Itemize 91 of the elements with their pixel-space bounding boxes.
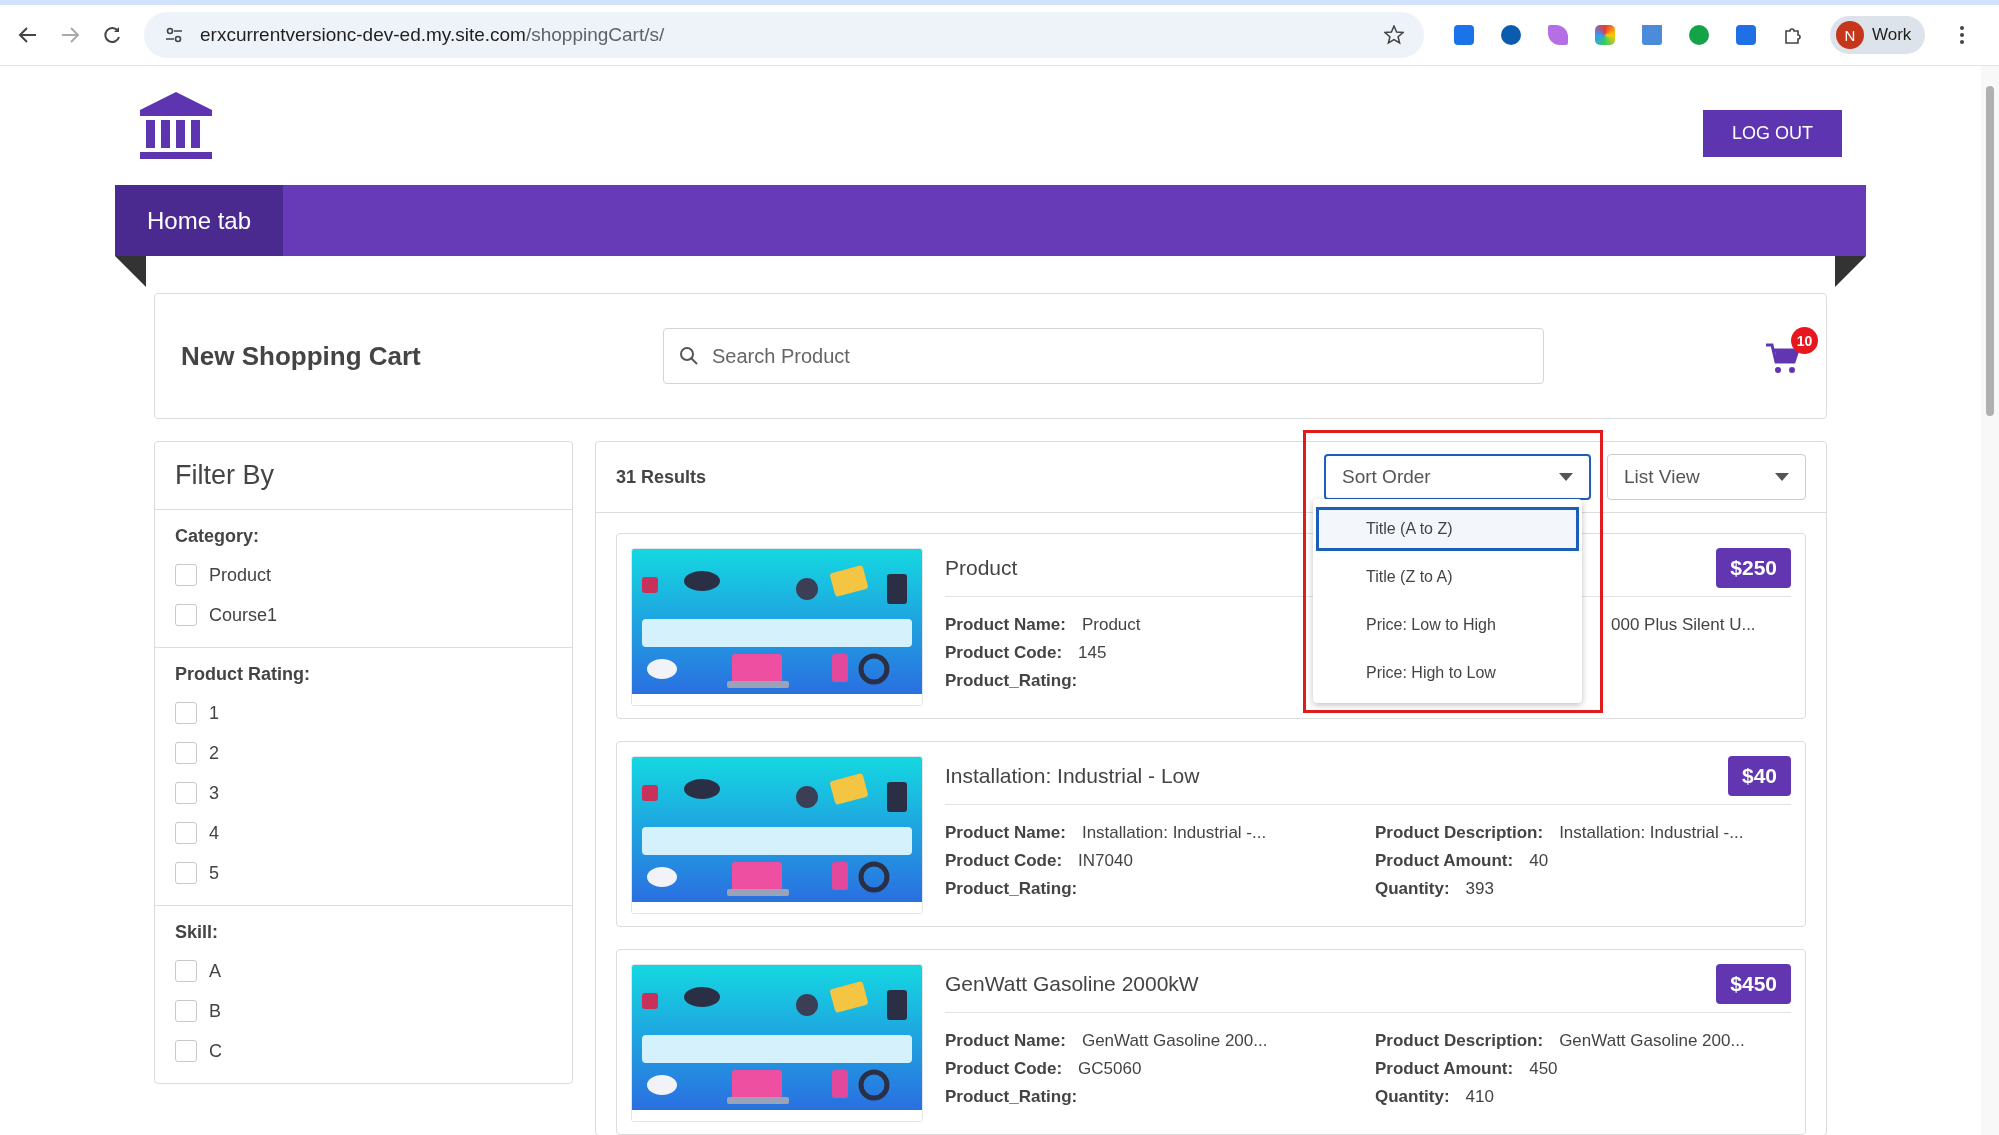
product-title: Installation: Industrial - Low: [945, 764, 1200, 788]
field-label: Quantity:: [1375, 1087, 1450, 1108]
star-icon[interactable]: [1384, 25, 1404, 45]
filter-option-label: Product: [209, 564, 272, 586]
field-value: 000 Plus Silent U...: [1611, 615, 1756, 636]
extension-icon[interactable]: [1548, 25, 1568, 45]
filter-option-label: C: [209, 1040, 222, 1062]
field-value: GC5060: [1078, 1059, 1142, 1080]
view-select[interactable]: List View: [1607, 454, 1806, 500]
field-value: IN7040: [1078, 851, 1133, 872]
product-title: GenWatt Gasoline 2000kW: [945, 972, 1199, 996]
checkbox[interactable]: [175, 742, 197, 764]
field-label: Product Code:: [945, 851, 1063, 872]
sort-option[interactable]: Title (A to Z): [1316, 507, 1579, 551]
field-label: Product Description:: [1375, 823, 1544, 844]
filter-title: Filter By: [155, 442, 572, 510]
field-label: Product Description:: [1375, 1031, 1544, 1052]
field-value: Installation: Industrial -...: [1559, 823, 1744, 844]
checkbox[interactable]: [175, 782, 197, 804]
url-path: /shoppingCart/s/: [525, 24, 665, 46]
puzzle-icon[interactable]: [1783, 25, 1803, 45]
field-value: 393: [1465, 879, 1494, 900]
cart-count-badge: 10: [1791, 327, 1818, 354]
field-label: Product_Rating:: [945, 879, 1078, 900]
field-value: 410: [1465, 1087, 1494, 1108]
price-badge: $450: [1716, 964, 1791, 1004]
product-title: Product: [945, 556, 1018, 580]
nav-tab[interactable]: Home tab: [115, 185, 284, 256]
checkbox[interactable]: [175, 1040, 197, 1062]
checkbox[interactable]: [175, 822, 197, 844]
search-field[interactable]: Search Product: [663, 328, 1544, 384]
caret-icon: [1559, 473, 1573, 481]
profile-button[interactable]: N Work: [1830, 16, 1926, 54]
price-badge: $250: [1716, 548, 1791, 588]
extension-icon[interactable]: [1689, 25, 1709, 45]
field-label: Product Amount:: [1375, 851, 1514, 872]
field-value: 145: [1078, 643, 1107, 664]
logout-button[interactable]: LOG OUT: [1703, 110, 1842, 157]
filter-option-label: 1: [209, 702, 219, 724]
field-label: Quantity:: [1375, 879, 1450, 900]
url-host: erxcurrentversionc-dev-ed.my.site.com: [200, 24, 526, 46]
extension-icon[interactable]: [1454, 25, 1474, 45]
filter-option-label: 2: [209, 742, 219, 764]
filter-option-label: 3: [209, 782, 219, 804]
search-icon: [679, 346, 699, 366]
filter-option-label: 5: [209, 862, 219, 884]
forward-icon[interactable]: [60, 25, 80, 45]
field-label: Product Code:: [945, 643, 1063, 664]
field-label: Product Name:: [945, 823, 1066, 844]
ribbon-corner: [1835, 256, 1866, 287]
field-value: GenWatt Gasoline 200...: [1081, 1031, 1268, 1052]
filter-option-label: B: [209, 1000, 221, 1022]
field-value: 450: [1529, 1059, 1558, 1080]
checkbox[interactable]: [175, 960, 197, 982]
field-label: Product Name:: [945, 1031, 1066, 1052]
field-value: Installation: Industrial -...: [1081, 823, 1267, 844]
filter-group-title: Skill:: [175, 922, 219, 943]
field-label: Product Name:: [945, 615, 1066, 636]
reload-icon[interactable]: [102, 25, 122, 45]
checkbox[interactable]: [175, 564, 197, 586]
checkbox[interactable]: [175, 862, 197, 884]
price-badge: $40: [1727, 756, 1791, 796]
checkbox[interactable]: [175, 1000, 197, 1022]
field-label: Product Amount:: [1375, 1059, 1514, 1080]
page-title: New Shopping Cart: [181, 340, 422, 372]
extension-icon[interactable]: [1736, 25, 1756, 45]
back-icon[interactable]: [18, 25, 38, 45]
filter-option-label: A: [209, 960, 221, 982]
field-value: Product: [1081, 615, 1141, 636]
extension-icon[interactable]: [1501, 25, 1521, 45]
checkbox[interactable]: [175, 702, 197, 724]
field-value: GenWatt Gasoline 200...: [1559, 1031, 1745, 1052]
results-count: 31 Results: [616, 466, 707, 488]
field-label: Product_Rating:: [945, 1087, 1078, 1108]
profile-avatar: N: [1836, 21, 1864, 49]
profile-label: Work: [1872, 25, 1912, 45]
site-settings-icon[interactable]: [164, 25, 184, 45]
field-label: Product_Rating:: [945, 671, 1078, 692]
filter-option-label: 4: [209, 822, 219, 844]
checkbox[interactable]: [175, 604, 197, 626]
address-bar[interactable]: erxcurrentversionc-dev-ed.my.site.com/shoppingCart/s/: [144, 12, 1424, 58]
extension-icon[interactable]: [1595, 25, 1615, 45]
filter-group-title: Product Rating:: [175, 664, 311, 685]
field-label: Product Code:: [945, 1059, 1063, 1080]
field-value: 40: [1529, 851, 1549, 872]
filter-group-title: Category:: [175, 526, 260, 547]
filter-option-label: Course1: [209, 604, 278, 626]
sort-select[interactable]: Sort Order: [1324, 454, 1591, 500]
ribbon-corner: [115, 256, 146, 287]
caret-icon: [1775, 473, 1789, 481]
bank-building-logo: [140, 92, 212, 159]
